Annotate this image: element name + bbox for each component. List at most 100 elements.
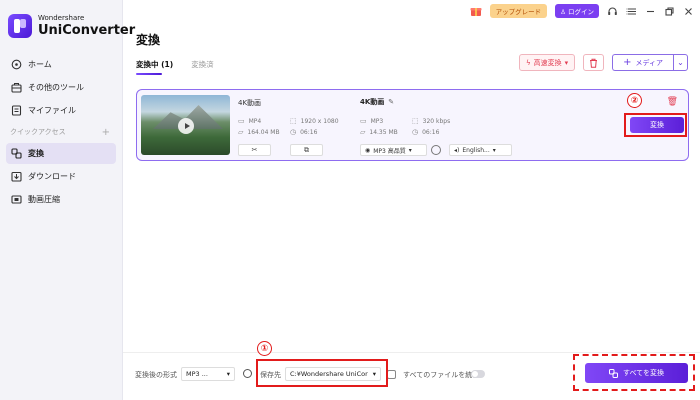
gift-icon[interactable] bbox=[470, 5, 482, 17]
video-thumbnail[interactable] bbox=[141, 95, 230, 155]
add-quick-access-button[interactable]: + bbox=[102, 127, 110, 138]
source-file-name: 4K動画 bbox=[238, 99, 262, 107]
tab-converted[interactable]: 変換済 bbox=[191, 59, 214, 75]
plus-icon: + bbox=[623, 57, 632, 68]
convert-icon bbox=[10, 148, 22, 160]
target-duration-value: 06:16 bbox=[422, 128, 440, 136]
tab-bar: 変換中 (1) 変換済 bbox=[136, 59, 214, 75]
page-title: 変換 bbox=[136, 33, 161, 47]
high-speed-label: 高速変換 bbox=[533, 58, 562, 67]
add-media-group: + メディア ⌄ bbox=[612, 54, 688, 71]
target-size-value: 14.35 MB bbox=[369, 128, 398, 136]
upgrade-button[interactable]: アップグレード bbox=[489, 4, 548, 18]
menu-icon[interactable] bbox=[626, 6, 637, 17]
audio-select-value: English... bbox=[462, 146, 490, 154]
chevron-down-icon: ▾ bbox=[492, 146, 496, 154]
sidebar-item-other-tools[interactable]: その他のツール bbox=[6, 77, 116, 98]
sidebar-item-label: 動画圧縮 bbox=[28, 195, 60, 204]
edit-button[interactable]: ⧉ bbox=[290, 144, 323, 156]
brand-name: Wondershare bbox=[38, 14, 85, 22]
chevron-down-icon: ▾ bbox=[226, 370, 230, 378]
sidebar-item-label: ホーム bbox=[28, 60, 52, 69]
target-bitrate: ⬚ 320 kbps bbox=[412, 117, 450, 125]
sidebar-item-download[interactable]: ダウンロード bbox=[6, 166, 116, 187]
sidebar-item-label: その他のツール bbox=[28, 83, 84, 92]
quick-access-label: クイックアクセス bbox=[10, 128, 66, 136]
login-button[interactable]: ♙ ログイン bbox=[555, 4, 599, 18]
annotation-box-save-location bbox=[256, 359, 388, 387]
output-settings-icon[interactable] bbox=[243, 369, 252, 378]
product-name: UniConverter bbox=[38, 23, 136, 38]
folder-icon: ▱ bbox=[360, 128, 366, 136]
audio-icon: ◂) bbox=[454, 146, 460, 154]
add-media-button[interactable]: + メディア bbox=[612, 54, 673, 71]
file-item-card[interactable]: 4K動画 ▭ MP4 ⬚ 1920 x 1080 ▱ 164.04 MB ◷ 0… bbox=[136, 89, 689, 161]
high-speed-convert-button[interactable]: ϟ 高速変換 ▾ bbox=[518, 54, 576, 71]
tab-converting[interactable]: 変換中 (1) bbox=[136, 59, 173, 75]
clock-icon: ◷ bbox=[412, 128, 419, 136]
settings-icon[interactable] bbox=[431, 145, 441, 155]
sidebar-item-label: 変換 bbox=[28, 149, 44, 158]
headset-icon[interactable] bbox=[607, 6, 618, 17]
compress-icon bbox=[10, 194, 22, 206]
annotation-number-2: ② bbox=[627, 93, 642, 108]
sidebar-item-label: ダウンロード bbox=[28, 172, 76, 181]
sidebar: Wondershare UniConverter ホーム その他のツール マイフ… bbox=[0, 0, 135, 400]
sidebar-item-label: マイファイル bbox=[28, 106, 76, 115]
target-size: ▱ 14.35 MB bbox=[360, 128, 398, 136]
sidebar-item-convert[interactable]: 変換 bbox=[6, 143, 116, 164]
annotation-box-convert-all bbox=[573, 354, 695, 391]
target-name-value: 4K動画 bbox=[360, 98, 385, 106]
source-resolution-value: 1920 x 1080 bbox=[300, 117, 339, 125]
quality-select-value: MP3 高品質 bbox=[373, 147, 406, 155]
restore-icon[interactable] bbox=[664, 6, 675, 17]
edit-name-icon[interactable]: ✎ bbox=[388, 98, 394, 106]
login-label: ログイン bbox=[568, 8, 594, 16]
add-media-label: メディア bbox=[635, 58, 663, 67]
source-size: ▱ 164.04 MB bbox=[238, 128, 280, 136]
format-icon: ◉ bbox=[365, 146, 371, 154]
chevron-down-icon: ▾ bbox=[408, 146, 412, 154]
target-file-name: 4K動画 ✎ bbox=[360, 97, 394, 107]
toolbox-icon bbox=[10, 82, 22, 94]
annotation-number-1: ① bbox=[257, 341, 272, 356]
delete-item-icon[interactable]: 🗑 bbox=[667, 97, 678, 107]
chevron-down-icon: ▾ bbox=[564, 58, 569, 67]
audio-format-icon: ▭ bbox=[360, 117, 367, 125]
sidebar-item-home[interactable]: ホーム bbox=[6, 54, 116, 75]
resolution-icon: ⬚ bbox=[290, 117, 297, 125]
target-format-value: MP3 bbox=[370, 117, 384, 125]
output-format-select[interactable]: MP3 ... ▾ bbox=[181, 367, 235, 381]
target-format: ▭ MP3 bbox=[360, 117, 383, 125]
output-quality-select[interactable]: ◉ MP3 高品質 ▾ bbox=[360, 144, 427, 156]
uniconverter-logo-icon bbox=[8, 14, 32, 38]
scissors-icon: ✂ bbox=[251, 146, 258, 154]
sidebar-nav: ホーム その他のツール マイファイル クイックアクセス + 変換 ダウンロード … bbox=[6, 54, 116, 212]
source-duration-value: 06:16 bbox=[300, 128, 318, 136]
audio-track-select[interactable]: ◂) English... ▾ bbox=[449, 144, 512, 156]
add-media-dropdown[interactable]: ⌄ bbox=[673, 54, 688, 71]
minimize-icon[interactable] bbox=[645, 6, 656, 17]
open-folder-icon[interactable] bbox=[387, 370, 396, 379]
toolbar: ϟ 高速変換 ▾ + メディア ⌄ bbox=[518, 54, 688, 71]
source-duration: ◷ 06:16 bbox=[290, 128, 317, 136]
quick-access-header: クイックアクセス + bbox=[6, 123, 116, 141]
file-icon bbox=[10, 105, 22, 117]
play-icon[interactable] bbox=[178, 118, 194, 134]
source-resolution: ⬚ 1920 x 1080 bbox=[290, 117, 339, 125]
crop-icon: ⧉ bbox=[304, 145, 309, 154]
video-format-icon: ▭ bbox=[238, 117, 245, 125]
merge-files-label: すべてのファイルを統合 bbox=[403, 371, 480, 379]
source-size-value: 164.04 MB bbox=[247, 128, 280, 136]
target-duration: ◷ 06:16 bbox=[412, 128, 439, 136]
merge-files-toggle[interactable] bbox=[471, 370, 485, 378]
close-icon[interactable] bbox=[683, 6, 694, 17]
user-icon: ♙ bbox=[560, 8, 568, 16]
chevron-down-icon: ⌄ bbox=[677, 58, 684, 67]
trim-button[interactable]: ✂ bbox=[238, 144, 271, 156]
sidebar-item-compress[interactable]: 動画圧縮 bbox=[6, 189, 116, 210]
delete-all-button[interactable] bbox=[583, 54, 605, 71]
sidebar-item-my-files[interactable]: マイファイル bbox=[6, 100, 116, 121]
lightning-icon: ϟ bbox=[525, 58, 531, 67]
bitrate-icon: ⬚ bbox=[412, 117, 419, 125]
